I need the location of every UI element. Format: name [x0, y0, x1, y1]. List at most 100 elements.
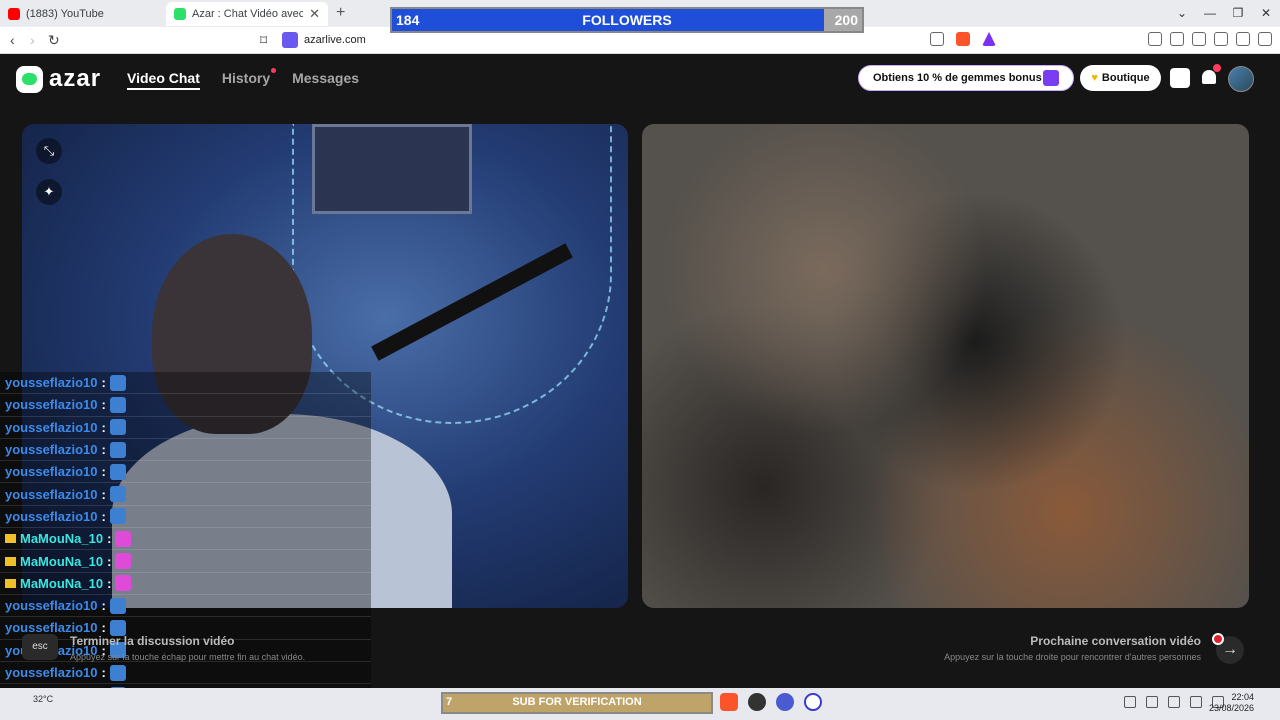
- app-badge-icon[interactable]: [776, 693, 794, 711]
- gem-bonus-button[interactable]: Obtiens 10 % de gemmes bonus !: [858, 65, 1074, 91]
- logo-text: azar: [49, 65, 102, 92]
- crown-badge-icon: [5, 534, 16, 544]
- clock[interactable]: 22:04 23/08/2026: [1209, 692, 1254, 714]
- notification-dot-icon: [271, 68, 277, 73]
- nav-history[interactable]: History: [221, 68, 277, 90]
- emote-computer-icon: [109, 374, 126, 391]
- close-tab-icon[interactable]: ✕: [309, 6, 320, 22]
- taskbar-apps: [720, 693, 822, 711]
- next-chat-subtitle: Appuyez sur la touche droite pour rencon…: [944, 652, 1201, 662]
- followers-goal: 200: [834, 12, 858, 28]
- emote-computer-icon: [109, 463, 126, 480]
- brave-shield-icon[interactable]: [956, 32, 970, 46]
- chat-message: yousseflazio10:: [0, 394, 371, 417]
- emote-computer-icon: [109, 508, 126, 525]
- menu-icon[interactable]: [1258, 32, 1272, 46]
- emote-computer-icon: [109, 419, 126, 436]
- notification-badge: [1213, 64, 1221, 72]
- url-field[interactable]: azarlive.com: [282, 31, 366, 49]
- back-icon[interactable]: ‹: [10, 27, 15, 54]
- chat-message: yousseflazio10:: [0, 461, 371, 484]
- promo-label: Obtiens 10 % de gemmes bonus !: [873, 72, 1049, 84]
- sub-label: SUB FOR VERIFICATION: [512, 696, 642, 708]
- shop-label: Boutique: [1101, 72, 1150, 84]
- chat-message: MaMouNa_10:: [0, 528, 371, 551]
- tab-youtube[interactable]: (1883) YouTube: [0, 2, 165, 26]
- browser-tools: [1148, 32, 1272, 46]
- chat-message: yousseflazio10:: [0, 595, 371, 618]
- microphone-icon[interactable]: [1168, 696, 1180, 708]
- tab-title: Azar : Chat Vidéo avec de nou: [192, 8, 304, 20]
- cast-icon[interactable]: [930, 32, 944, 46]
- gem-icon: ♥: [1091, 72, 1098, 84]
- nav-messages[interactable]: Messages: [292, 70, 359, 90]
- chat-username: yousseflazio10: [5, 442, 98, 458]
- chat-message: yousseflazio10:: [0, 506, 371, 529]
- chat-separator: :: [101, 375, 106, 391]
- inbox-icon[interactable]: [1170, 68, 1190, 88]
- chat-message: yousseflazio10:: [0, 417, 371, 439]
- shop-button[interactable]: ♥ Boutique: [1080, 65, 1161, 91]
- bell-icon[interactable]: [1199, 64, 1221, 88]
- crown-badge-icon: [5, 578, 16, 588]
- emote-heart-icon: [115, 575, 132, 592]
- chat-separator: :: [101, 486, 106, 502]
- nav-video-chat[interactable]: Video Chat: [127, 70, 200, 90]
- chat-username: MaMouNa_10: [20, 575, 104, 591]
- avatar[interactable]: [1228, 66, 1254, 92]
- new-tab-icon[interactable]: +: [336, 4, 345, 22]
- wallet-icon[interactable]: [1192, 32, 1206, 46]
- chat-username: yousseflazio10: [5, 486, 98, 502]
- tray-chevron-icon[interactable]: [1124, 696, 1136, 708]
- tray-app-icon[interactable]: [1146, 696, 1158, 708]
- reload-icon[interactable]: ↻: [48, 27, 60, 54]
- bookmark-icon[interactable]: ⌑: [260, 27, 267, 54]
- extensions-icon[interactable]: [1148, 32, 1162, 46]
- minimize-video-icon[interactable]: ⤡: [36, 138, 62, 164]
- assistant-app-icon[interactable]: [804, 693, 822, 711]
- chat-separator: :: [101, 397, 106, 413]
- chat-separator: :: [101, 442, 106, 458]
- main-nav: Video Chat History Messages: [127, 68, 359, 90]
- close-window-icon[interactable]: ✕: [1252, 0, 1280, 27]
- followers-label: FOLLOWERS: [582, 12, 672, 28]
- tab-azar[interactable]: Azar : Chat Vidéo avec de nou ✕: [166, 2, 328, 26]
- crown-badge-icon: [5, 556, 16, 566]
- site-info-icon[interactable]: [282, 32, 298, 48]
- chat-separator: :: [101, 464, 106, 480]
- maximize-icon[interactable]: ❐: [1224, 0, 1252, 27]
- tab-title: (1883) YouTube: [26, 8, 104, 20]
- nav-history-label: History: [221, 70, 271, 86]
- emote-heart-icon: [115, 553, 132, 570]
- extensions: [930, 32, 996, 46]
- sidebar-icon[interactable]: [1170, 32, 1184, 46]
- minimize-icon[interactable]: —: [1196, 0, 1224, 27]
- tab-list-icon[interactable]: ⌄: [1168, 0, 1196, 27]
- chat-username: yousseflazio10: [5, 464, 98, 480]
- chat-username: yousseflazio10: [5, 508, 98, 524]
- chat-message: yousseflazio10:: [0, 483, 371, 506]
- esc-key-button[interactable]: esc: [22, 634, 58, 660]
- clock-date: 23/08/2026: [1208, 703, 1254, 713]
- chat-separator: :: [107, 553, 112, 569]
- effects-wand-icon[interactable]: ✦: [36, 179, 62, 205]
- rewards-icon[interactable]: [982, 32, 996, 46]
- emote-heart-icon: [115, 530, 132, 547]
- forward-icon[interactable]: ›: [30, 27, 35, 54]
- obs-app-icon[interactable]: [748, 693, 766, 711]
- emote-computer-icon: [109, 441, 126, 458]
- partner-video-blurred: [642, 124, 1249, 608]
- chat-username: MaMouNa_10: [20, 553, 104, 569]
- chat-separator: :: [107, 531, 112, 547]
- emote-computer-icon: [109, 396, 126, 413]
- chat-username: yousseflazio10: [5, 397, 98, 413]
- azar-logo[interactable]: azar: [16, 65, 101, 93]
- brave-app-icon[interactable]: [720, 693, 738, 711]
- vpn-icon[interactable]: [1236, 32, 1250, 46]
- url-text: azarlive.com: [304, 34, 366, 46]
- chat-separator: :: [101, 508, 106, 524]
- emote-computer-icon: [109, 597, 126, 614]
- network-icon[interactable]: [1190, 696, 1202, 708]
- leo-icon[interactable]: [1214, 32, 1228, 46]
- chat-separator: :: [101, 665, 106, 680]
